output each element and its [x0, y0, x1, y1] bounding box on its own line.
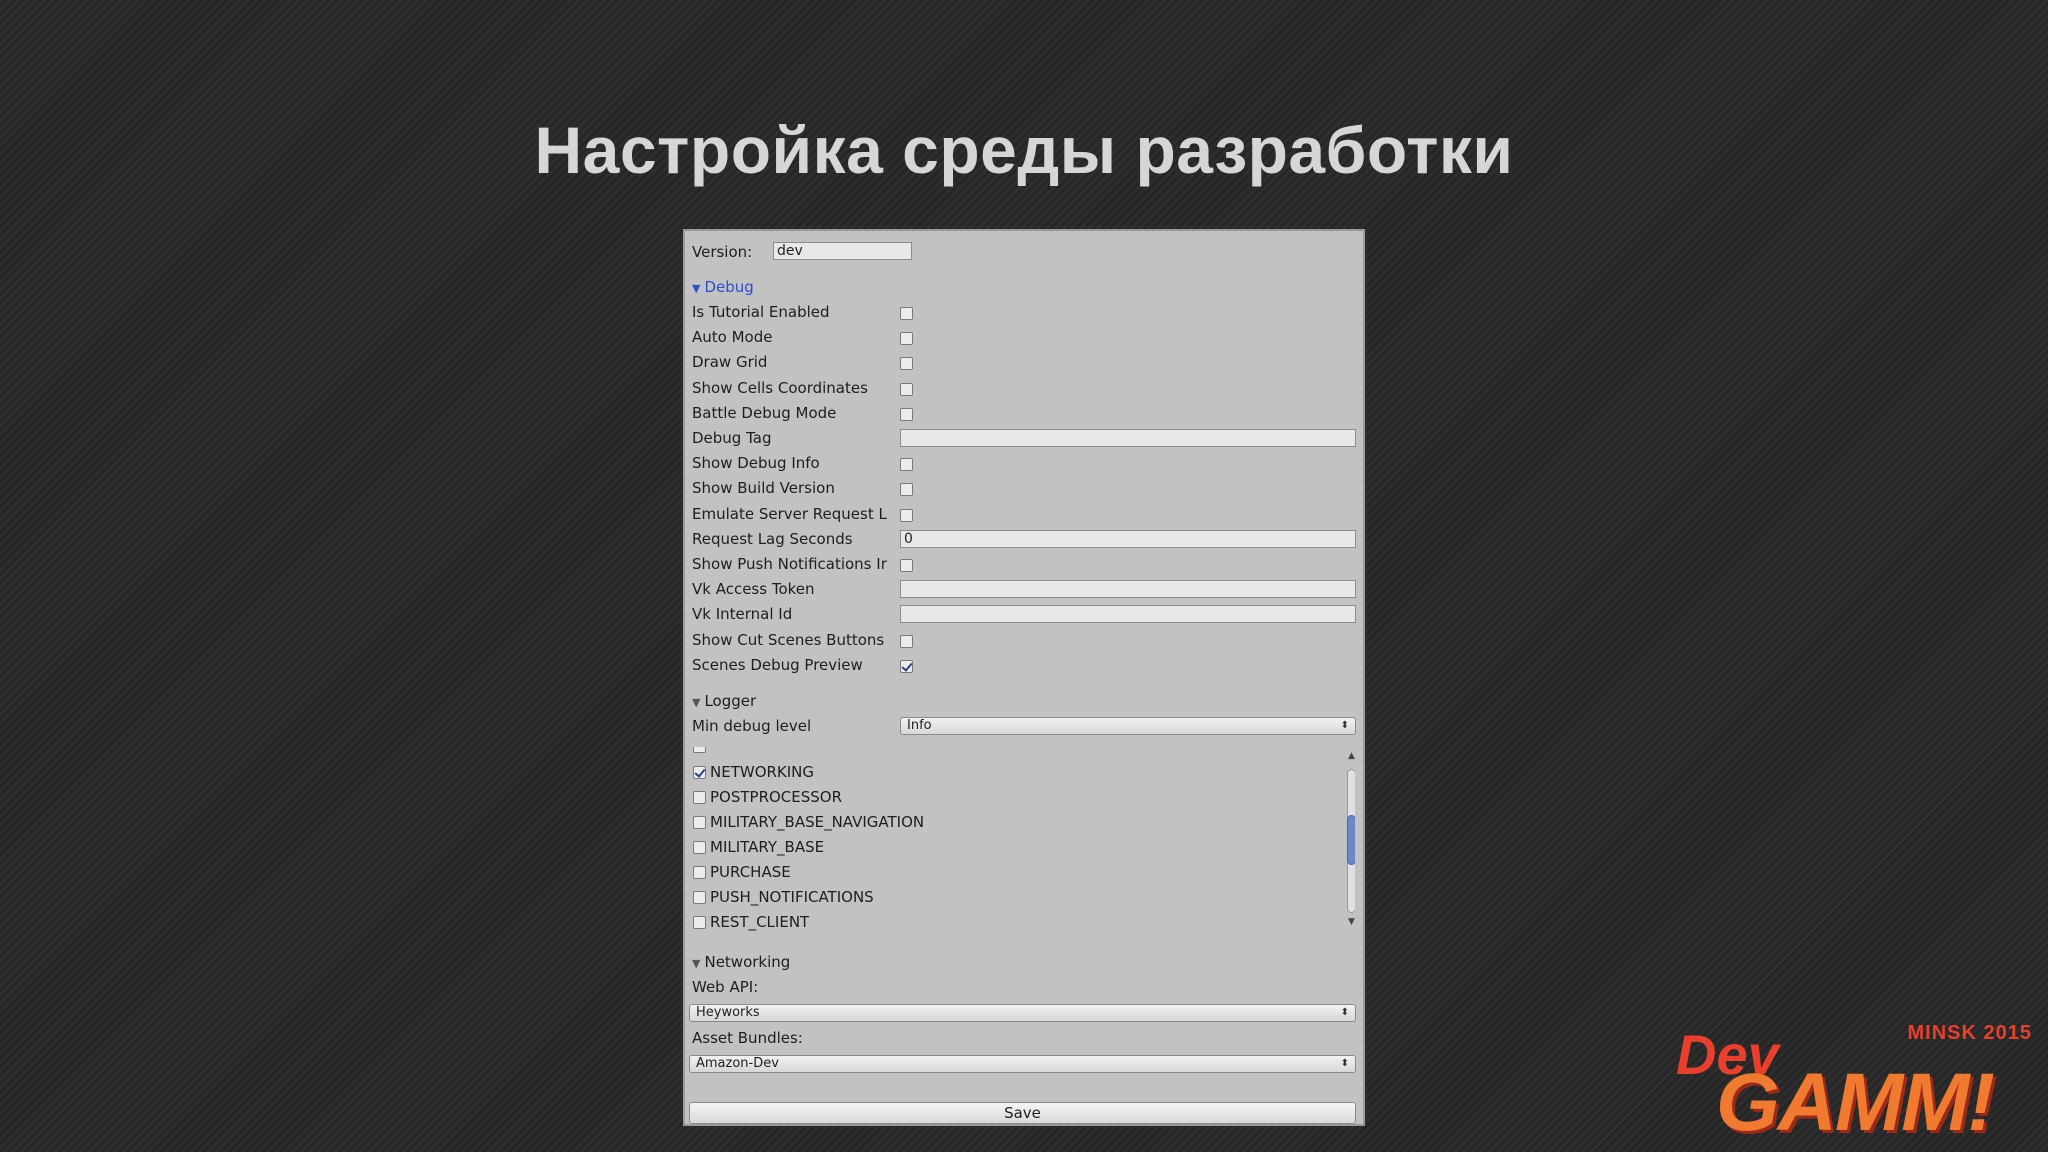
- channel-label: PUSH_NOTIFICATIONS: [710, 888, 874, 906]
- dropdown-arrows-icon: ⬍: [1340, 1007, 1349, 1018]
- field-label: Emulate Server Request L: [692, 505, 887, 523]
- field-label: Vk Access Token: [692, 580, 815, 598]
- devgamm-logo: MINSK 2015 Dev GAMM!: [1672, 1022, 2032, 1148]
- debug-tag-input[interactable]: [900, 429, 1356, 447]
- draw-grid-checkbox[interactable]: [900, 357, 913, 370]
- channel-label: NETWORKING: [710, 763, 815, 781]
- dropdown-arrows-icon: ⬍: [1340, 720, 1349, 731]
- foldout-arrow-icon: ▼: [692, 957, 701, 970]
- channel-label: MILITARY_BASE_NAVIGATION: [710, 813, 925, 831]
- web-api-label: Web API:: [692, 978, 759, 996]
- logo-city-text: MINSK 2015: [1907, 1022, 2032, 1044]
- asset-bundles-label: Asset Bundles:: [692, 1029, 803, 1047]
- networking-foldout-label: Networking: [704, 953, 791, 971]
- field-label: Battle Debug Mode: [692, 404, 837, 422]
- save-button[interactable]: Save: [689, 1102, 1356, 1124]
- field-label: Scenes Debug Preview: [692, 656, 863, 674]
- rest-client-channel-checkbox[interactable]: [693, 916, 706, 929]
- field-label: Show Cut Scenes Buttons: [692, 631, 885, 649]
- slide-title: Настройка среды разработки: [534, 113, 1514, 187]
- list-item-partial-top: [690, 747, 1330, 757]
- web-api-dropdown[interactable]: Heyworks ⬍: [689, 1004, 1356, 1022]
- dropdown-arrows-icon: ⬍: [1340, 1058, 1349, 1069]
- field-label: Debug Tag: [692, 429, 772, 447]
- is-tutorial-enabled-checkbox[interactable]: [900, 307, 913, 320]
- show-debug-info-checkbox[interactable]: [900, 458, 913, 471]
- debug-foldout-label: Debug: [704, 278, 754, 296]
- field-label: Auto Mode: [692, 328, 773, 346]
- settings-inspector-panel: Version: dev ▼ Debug Is Tutorial Enabled …: [683, 229, 1365, 1126]
- show-push-notifications-checkbox[interactable]: [900, 559, 913, 572]
- battle-debug-mode-checkbox[interactable]: [900, 408, 913, 421]
- show-cut-scenes-buttons-checkbox[interactable]: [900, 635, 913, 648]
- request-lag-seconds-input[interactable]: 0: [900, 530, 1356, 548]
- scroll-down-arrow-icon[interactable]: ▼: [1344, 917, 1355, 927]
- postprocessor-channel-checkbox[interactable]: [693, 791, 706, 804]
- vk-access-token-input[interactable]: [900, 580, 1356, 598]
- purchase-channel-checkbox[interactable]: [693, 866, 706, 879]
- logger-foldout[interactable]: ▼ Logger: [692, 692, 756, 710]
- field-label: Show Cells Coordinates: [692, 379, 868, 397]
- logo-gamm-text: GAMM!: [1716, 1057, 1995, 1148]
- field-label: Show Debug Info: [692, 454, 820, 472]
- debug-foldout[interactable]: ▼ Debug: [692, 278, 754, 296]
- push-notifications-channel-checkbox[interactable]: [693, 891, 706, 904]
- scenes-debug-preview-checkbox[interactable]: [900, 660, 913, 673]
- military-base-channel-checkbox[interactable]: [693, 841, 706, 854]
- field-label: Show Push Notifications Ir: [692, 555, 887, 573]
- logger-channel-list[interactable]: NETWORKING POSTPROCESSOR MILITARY_BASE_N…: [690, 747, 1355, 937]
- channel-label: MILITARY_BASE: [710, 838, 825, 856]
- partial-checkbox: [693, 747, 706, 753]
- foldout-arrow-icon: ▼: [692, 282, 701, 295]
- min-debug-level-value: Info: [907, 718, 932, 733]
- field-label: Request Lag Seconds: [692, 530, 853, 548]
- show-build-version-checkbox[interactable]: [900, 483, 913, 496]
- web-api-value: Heyworks: [696, 1005, 760, 1020]
- foldout-arrow-icon: ▼: [692, 696, 701, 709]
- vk-internal-id-input[interactable]: [900, 605, 1356, 623]
- field-label: Show Build Version: [692, 479, 835, 497]
- networking-foldout[interactable]: ▼ Networking: [692, 953, 790, 971]
- asset-bundles-dropdown[interactable]: Amazon-Dev ⬍: [689, 1055, 1356, 1073]
- min-debug-level-dropdown[interactable]: Info ⬍: [900, 717, 1356, 735]
- field-label: Vk Internal Id: [692, 605, 793, 623]
- scroll-up-arrow-icon[interactable]: ▲: [1344, 751, 1355, 761]
- channel-label: PURCHASE: [710, 863, 791, 881]
- field-label: Is Tutorial Enabled: [692, 303, 830, 321]
- field-label: Draw Grid: [692, 353, 768, 371]
- military-base-navigation-channel-checkbox[interactable]: [693, 816, 706, 829]
- scroll-thumb[interactable]: [1347, 815, 1355, 865]
- auto-mode-checkbox[interactable]: [900, 332, 913, 345]
- networking-channel-checkbox[interactable]: [693, 766, 706, 779]
- channel-label: REST_CLIENT: [710, 913, 810, 931]
- show-cells-coordinates-checkbox[interactable]: [900, 383, 913, 396]
- channel-label: POSTPROCESSOR: [710, 788, 843, 806]
- logger-foldout-label: Logger: [704, 692, 757, 710]
- min-debug-level-label: Min debug level: [692, 717, 812, 735]
- asset-bundles-value: Amazon-Dev: [696, 1056, 779, 1071]
- emulate-server-request-lag-checkbox[interactable]: [900, 509, 913, 522]
- version-label: Version:: [692, 243, 753, 261]
- version-input[interactable]: dev: [773, 242, 912, 260]
- channel-list-scrollbar[interactable]: ▲ ▼: [1344, 751, 1355, 931]
